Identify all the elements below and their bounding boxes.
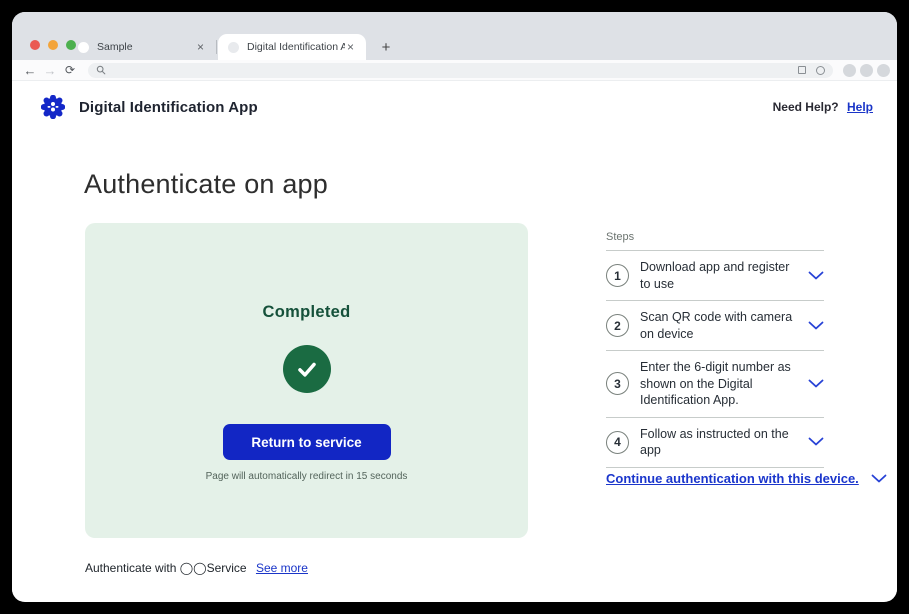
chevron-down-icon[interactable] <box>808 379 824 389</box>
close-window-icon[interactable] <box>30 40 40 50</box>
back-icon[interactable]: ← <box>20 63 40 78</box>
step-number: 4 <box>606 430 629 454</box>
chevron-down-icon[interactable] <box>808 271 824 281</box>
close-tab-icon[interactable]: × <box>195 39 206 55</box>
continue-authentication-link[interactable]: Continue authentication with this device… <box>606 471 887 486</box>
tab-divider <box>216 40 217 54</box>
new-tab-button[interactable]: + <box>376 37 396 57</box>
return-to-service-button[interactable]: Return to service <box>222 424 391 460</box>
tab-title: Sample <box>97 41 133 53</box>
refresh-icon[interactable]: ⟳ <box>60 63 80 77</box>
page-content: Digital Identification App Need Help? He… <box>12 81 897 601</box>
toolbar-circle-placeholder-icon[interactable] <box>860 63 873 77</box>
toolbar-circle-placeholder-icon[interactable] <box>877 63 890 77</box>
tab-title: Digital Identification App <box>247 41 345 53</box>
steps-panel: Steps 1 Download app and register to use… <box>606 231 824 468</box>
forward-icon: → <box>43 62 57 78</box>
authenticate-with-note: Authenticate with ◯◯Service See more <box>85 561 308 575</box>
page-title: Digital Identification App <box>79 98 258 116</box>
tab-strip: Sample × Digital Identification App × + <box>12 12 897 60</box>
site-header: Digital Identification App Need Help? He… <box>41 93 873 121</box>
toolbar-extensions <box>843 63 890 77</box>
step-number: 1 <box>606 264 629 287</box>
need-help-label: Need Help? <box>772 100 839 114</box>
step-text: Follow as instructed on the app <box>640 426 789 458</box>
tab-favicon <box>78 41 89 53</box>
step-text: Scan QR code with camera on device <box>640 310 793 341</box>
step-text: Download app and register to use <box>640 260 790 291</box>
step-text: Enter the 6-digit number as shown on the… <box>640 360 791 407</box>
step-number: 2 <box>606 314 629 337</box>
chevron-down-icon[interactable] <box>808 437 824 447</box>
status-card: Completed Return to service Page will au… <box>85 223 528 538</box>
chevron-down-icon[interactable] <box>808 321 824 331</box>
chevron-down-icon <box>871 474 887 482</box>
see-more-link[interactable]: See more <box>256 561 308 575</box>
step-item-1[interactable]: 1 Download app and register to use <box>606 250 824 300</box>
help-link[interactable]: Help <box>847 100 873 114</box>
search-icon <box>96 65 106 75</box>
status-text: Completed <box>262 303 351 321</box>
step-item-4[interactable]: 4 Follow as instructed on the app <box>606 416 824 468</box>
tab-sample[interactable]: Sample × <box>68 34 216 60</box>
square-icon[interactable] <box>798 66 806 74</box>
step-number: 3 <box>606 372 629 396</box>
authenticate-with-text: Authenticate with ◯◯Service <box>85 561 247 575</box>
redirect-note: Page will automatically redirect in 15 s… <box>205 471 408 482</box>
toolbar-circle-placeholder-icon[interactable] <box>843 63 856 77</box>
checkmark-icon <box>297 362 316 377</box>
app-logo-icon <box>41 95 65 119</box>
close-tab-icon[interactable]: × <box>345 39 356 55</box>
tab-favicon <box>228 41 239 53</box>
step-item-2[interactable]: 2 Scan QR code with camera on device <box>606 300 824 350</box>
browser-toolbar: ← → ⟳ <box>12 60 897 81</box>
continue-link-text: Continue authentication with this device… <box>606 471 859 486</box>
main-heading: Authenticate on app <box>84 169 328 199</box>
tab-digital-identification-app[interactable]: Digital Identification App × <box>218 34 366 60</box>
minimize-window-icon[interactable] <box>48 40 58 50</box>
success-check-circle <box>282 345 331 393</box>
browser-window: Sample × Digital Identification App × + … <box>12 12 897 602</box>
address-bar[interactable] <box>88 62 833 78</box>
step-item-3[interactable]: 3 Enter the 6-digit number as shown on t… <box>606 350 824 417</box>
circle-icon[interactable] <box>816 65 825 75</box>
steps-label: Steps <box>606 231 635 243</box>
